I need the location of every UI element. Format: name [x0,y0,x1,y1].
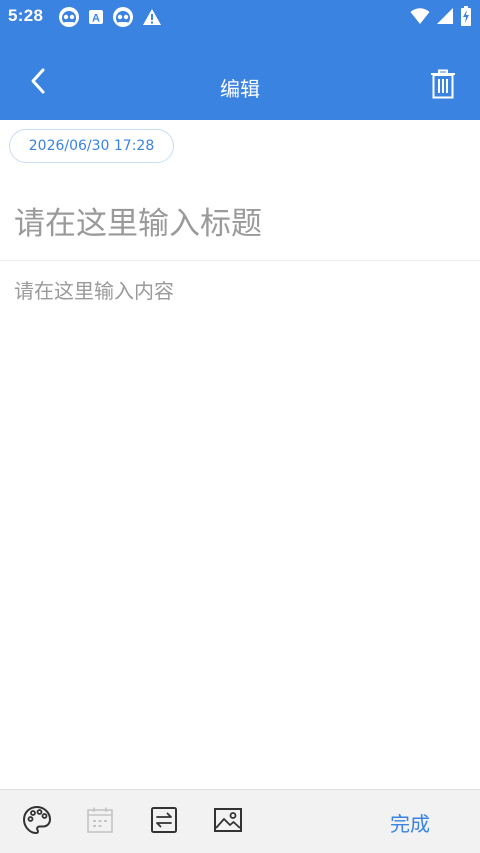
warning-icon [142,8,162,30]
calendar-button[interactable] [84,806,116,838]
palette-button[interactable] [21,805,53,839]
content-input[interactable] [14,276,466,776]
page-title: 编辑 [220,77,260,101]
swap-icon [149,805,179,839]
date-chip[interactable]: 2026/06/30 17:28 [9,129,174,163]
battery-charging-icon [460,6,472,30]
status-time: 5:28 [8,6,44,25]
swap-button[interactable] [148,806,180,838]
image-button[interactable] [212,806,244,838]
status-system-icons [410,6,472,30]
note-edit-screen: 5:28 A 编辑 2026/06/30 17:28 请在这里输入标题 请在这里… [0,0,480,853]
palette-icon [22,805,52,839]
trash-icon [430,69,456,103]
bottom-toolbar: 完成 [0,789,480,853]
status-bar: 5:28 A [0,0,480,33]
app-bar: 编辑 [0,33,480,120]
status-notification-icons: A [58,6,162,32]
title-input[interactable] [14,196,464,252]
image-icon [213,805,243,839]
a-notification-icon: A [88,9,104,29]
wifi-icon [410,7,430,29]
panda-notification-icon [112,6,134,32]
signal-icon [436,7,454,29]
svg-text:A: A [92,13,100,25]
delete-button[interactable] [426,66,460,106]
panda-notification-icon [58,6,80,32]
done-button[interactable]: 完成 [390,808,430,837]
calendar-icon [85,805,115,839]
divider [0,260,480,261]
